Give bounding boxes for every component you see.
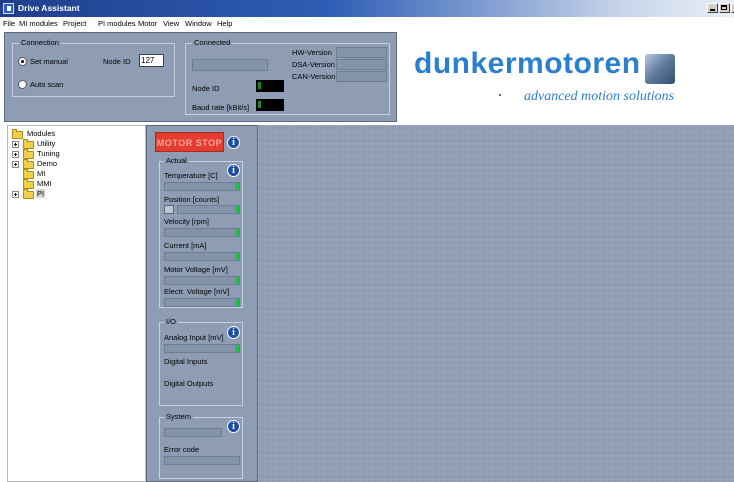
status-panel: MOTOR STOP i Actual i Temperature [C] Po… — [146, 125, 258, 482]
open-folder-icon — [12, 129, 23, 139]
io-group: I/O i Analog Input [mV] Digital Inputs D… — [159, 317, 243, 406]
velocity-label: Velocity [rpm] — [164, 217, 210, 226]
can-version-label: CAN-Version — [292, 72, 336, 81]
menu-help[interactable]: Help — [217, 19, 232, 28]
electr-voltage-value — [164, 298, 240, 307]
actual-group-title: Actual — [164, 156, 189, 165]
connection-group: Connection Set manual Node ID 127 Auto s… — [12, 38, 175, 97]
connected-group-title: Connected — [192, 38, 233, 47]
temperature-value — [164, 182, 240, 191]
title-bar: Drive Assistant — [0, 0, 734, 17]
menu-view[interactable]: View — [163, 19, 179, 28]
folder-icon — [23, 149, 34, 159]
menu-window[interactable]: Window — [185, 19, 212, 28]
info-icon[interactable]: i — [227, 420, 240, 433]
system-group: System i Error code — [159, 412, 243, 479]
folder-icon — [23, 169, 34, 179]
logo-brand-text: dunkermotoren — [414, 47, 641, 80]
hw-version-field — [336, 47, 387, 58]
analog-input-value — [164, 344, 240, 353]
dsa-version-label: DSA-Version — [292, 60, 335, 69]
temperature-label: Temperature [C] — [164, 171, 218, 180]
system-group-title: System — [164, 412, 194, 421]
motor-image — [645, 54, 675, 84]
current-label: Current [mA] — [164, 241, 207, 250]
node-id-input[interactable]: 127 — [139, 54, 164, 67]
auto-scan-radio[interactable] — [18, 80, 27, 89]
motor-voltage-label: Motor Voltage [mV] — [164, 265, 228, 274]
current-value — [164, 252, 240, 261]
brand-logo: dunkermotoren advanced motion solutions — [404, 41, 687, 111]
menu-pi-modules[interactable]: PI modules — [98, 19, 136, 28]
connected-node-id-label: Node ID — [192, 84, 220, 93]
minimize-button[interactable] — [707, 3, 718, 13]
dsa-version-field — [336, 59, 387, 70]
connected-device-field — [192, 59, 268, 71]
info-icon[interactable]: i — [227, 326, 240, 339]
logo-tagline: advanced motion solutions — [524, 89, 675, 104]
connection-group-title: Connection — [19, 38, 61, 47]
menu-motor[interactable]: Motor — [138, 19, 157, 28]
module-tree: Modules Utility Tuning Demo MI MMI PI — [7, 125, 146, 482]
node-id-display — [256, 80, 284, 92]
io-group-title: I/O — [164, 317, 179, 326]
motor-stop-button[interactable]: MOTOR STOP — [155, 132, 224, 152]
baud-rate-label: Baud rate [kBit/s] — [192, 103, 250, 112]
menu-mi-modules[interactable]: MI modules — [19, 19, 58, 28]
logo-dot — [499, 94, 501, 96]
system-status-field — [164, 428, 222, 437]
hw-version-label: HW-Version — [292, 48, 332, 57]
velocity-value — [164, 228, 240, 237]
digital-outputs-label: Digital Outputs — [164, 379, 214, 388]
actual-group: Actual i Temperature [C] Position [count… — [159, 156, 243, 308]
baud-rate-display — [256, 99, 284, 111]
position-indicator — [164, 205, 174, 214]
electr-voltage-label: Electr. Voltage [mV] — [164, 287, 230, 296]
menu-project[interactable]: Project — [63, 19, 86, 28]
folder-icon — [23, 159, 34, 169]
folder-icon — [23, 179, 34, 189]
menu-bar: File MI modules Project PI modules Motor… — [0, 17, 734, 30]
expand-icon[interactable] — [12, 161, 19, 168]
node-id-label: Node ID — [103, 57, 131, 66]
expand-icon[interactable] — [12, 151, 19, 158]
workspace-area[interactable] — [258, 125, 734, 482]
auto-scan-label: Auto scan — [30, 80, 64, 89]
analog-input-label: Analog Input [mV] — [164, 333, 224, 342]
position-value — [177, 205, 240, 214]
expand-icon[interactable] — [12, 191, 19, 198]
error-code-field — [164, 456, 240, 465]
set-manual-label: Set manual — [30, 57, 68, 66]
maximize-button[interactable] — [719, 3, 730, 13]
connection-panel: Connection Set manual Node ID 127 Auto s… — [4, 32, 397, 122]
folder-icon — [23, 139, 34, 149]
info-icon[interactable]: i — [227, 164, 240, 177]
digital-inputs-label: Digital Inputs — [164, 357, 208, 366]
expand-icon[interactable] — [12, 141, 19, 148]
motor-voltage-value — [164, 276, 240, 285]
app-icon — [3, 3, 14, 14]
connected-group: Connected Node ID Baud rate [kBit/s] HW-… — [185, 38, 390, 115]
menu-file[interactable]: File — [3, 19, 15, 28]
set-manual-radio[interactable] — [18, 57, 27, 66]
can-version-field — [336, 71, 387, 82]
window-title: Drive Assistant — [18, 3, 80, 13]
position-label: Position [counts] — [164, 195, 220, 204]
folder-icon — [23, 189, 34, 199]
info-icon[interactable]: i — [227, 136, 240, 149]
error-code-label: Error code — [164, 445, 200, 454]
